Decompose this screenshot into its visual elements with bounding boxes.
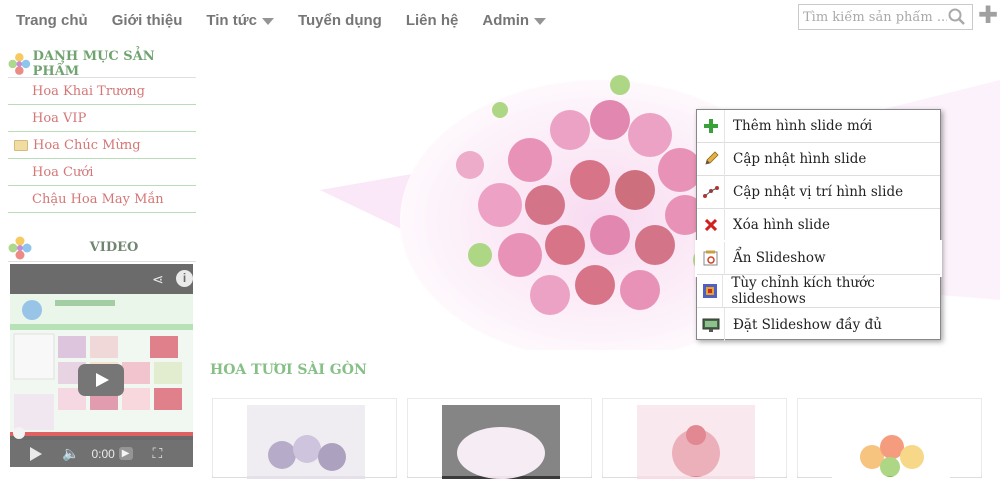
resize-icon xyxy=(697,274,724,308)
product-card[interactable] xyxy=(797,398,982,479)
menu-item-label: Đặt Slideshow đầy đủ xyxy=(733,316,882,333)
video-title: VIDEO xyxy=(89,240,139,255)
nav-about-label: Giới thiệu xyxy=(111,11,183,29)
category-title: DANH MỤC SẢN PHẨM xyxy=(32,48,155,79)
search-input[interactable] xyxy=(799,9,947,25)
progress-bar[interactable] xyxy=(10,432,193,436)
menu-item-label: Tùy chỉnh kích thước slideshows xyxy=(731,275,875,307)
menu-item-fullscreen-slideshow[interactable]: Đặt Slideshow đầy đủ xyxy=(697,308,940,341)
category-item[interactable]: Hoa Cưới xyxy=(8,159,196,186)
category-item-label: Hoa Cưới xyxy=(32,164,94,180)
nav-about[interactable]: Giới thiệu xyxy=(112,12,183,29)
video-player[interactable]: ⋖ i 🔈 0:00 ▶ ⛶ xyxy=(10,264,193,467)
volume-icon[interactable]: 🔈 xyxy=(62,445,79,462)
nav-admin[interactable]: Admin xyxy=(482,11,547,29)
nav-admin-label: Admin xyxy=(482,11,530,29)
category-item[interactable]: Hoa Chúc Mừng xyxy=(8,132,196,159)
category-item-label: Hoa Chúc Mừng xyxy=(33,137,141,153)
menu-item-add-slide[interactable]: Thêm hình slide mới xyxy=(697,109,940,143)
delete-icon xyxy=(697,208,725,242)
nav-contact[interactable]: Liên hệ xyxy=(406,12,459,29)
chevron-down-icon xyxy=(261,17,274,25)
search-icon[interactable] xyxy=(947,7,967,27)
nav-news[interactable]: Tin tức xyxy=(206,12,274,29)
share-icon[interactable]: ⋖ xyxy=(152,272,164,288)
menu-item-resize-slideshow[interactable]: Tùy chỉnh kích thước slideshows xyxy=(697,274,940,308)
hide-slideshow-icon xyxy=(697,241,725,275)
seek-handle[interactable] xyxy=(13,427,25,439)
menu-item-label: Xóa hình slide xyxy=(733,217,830,233)
nav-contact-label: Liên hệ xyxy=(405,11,459,29)
category-item-label: Hoa Khai Trương xyxy=(32,83,145,99)
play-button[interactable] xyxy=(78,364,124,396)
product-image xyxy=(637,405,755,479)
nav-news-label: Tin tức xyxy=(206,11,257,29)
add-icon[interactable]: ✚ xyxy=(978,4,998,28)
pencil-icon xyxy=(697,142,725,176)
category-item-label: Chậu Hoa May Mắn xyxy=(32,191,164,207)
video-header: VIDEO xyxy=(8,234,196,262)
youtube-logo[interactable]: ▶ xyxy=(118,447,133,460)
product-image xyxy=(832,405,950,479)
category-header: DANH MỤC SẢN PHẨM xyxy=(8,48,196,79)
menu-item-label: Cập nhật hình slide xyxy=(733,151,867,167)
menu-item-reorder-slide[interactable]: Cập nhật vị trí hình slide xyxy=(697,175,940,209)
menu-item-label: Ẩn Slideshow xyxy=(733,250,826,266)
search-box xyxy=(798,4,973,30)
add-icon xyxy=(697,109,725,143)
play-icon[interactable] xyxy=(30,446,42,461)
category-item[interactable]: Hoa VIP xyxy=(8,105,196,132)
nav-recruitment-label: Tuyển dụng xyxy=(297,11,382,29)
product-card[interactable] xyxy=(212,398,397,479)
nav-home-label: Trang chủ xyxy=(16,11,88,29)
folder-icon xyxy=(14,139,28,151)
menu-item-label: Thêm hình slide mới xyxy=(733,118,873,134)
product-card[interactable] xyxy=(602,398,787,479)
category-item[interactable]: Chậu Hoa May Mắn xyxy=(8,186,196,213)
video-thumbnail xyxy=(10,294,193,434)
category-item-label: Hoa VIP xyxy=(32,110,87,126)
nav-home[interactable]: Trang chủ xyxy=(16,12,88,29)
chevron-down-icon xyxy=(534,17,547,25)
section-title: HOA TƯƠI SÀI GÒN xyxy=(210,362,367,378)
nav-recruitment[interactable]: Tuyển dụng xyxy=(298,12,382,29)
product-card[interactable] xyxy=(407,398,592,479)
info-icon[interactable]: i xyxy=(176,270,193,287)
reorder-icon xyxy=(697,175,725,209)
video-time: 0:00 xyxy=(91,446,115,461)
fullscreen-slideshow-icon xyxy=(697,308,725,341)
flower-icon xyxy=(8,236,32,259)
menu-item-label: Cập nhật vị trí hình slide xyxy=(733,184,904,200)
slideshow-context-menu: Thêm hình slide mới Cập nhật hình slide … xyxy=(696,109,941,341)
category-sidebar: DANH MỤC SẢN PHẨM Hoa Khai Trương Hoa VI… xyxy=(8,48,196,213)
menu-item-edit-slide[interactable]: Cập nhật hình slide xyxy=(697,142,940,176)
video-controls: 🔈 0:00 ▶ ⛶ xyxy=(10,440,193,467)
flower-icon xyxy=(8,52,31,75)
product-image xyxy=(442,405,560,479)
fullscreen-icon[interactable]: ⛶ xyxy=(153,445,163,462)
product-image xyxy=(247,405,365,479)
category-item[interactable]: Hoa Khai Trương xyxy=(8,78,196,105)
menu-item-hide-slideshow[interactable]: Ẩn Slideshow xyxy=(697,241,940,275)
menu-item-delete-slide[interactable]: Xóa hình slide xyxy=(697,208,940,242)
product-grid xyxy=(212,398,982,479)
